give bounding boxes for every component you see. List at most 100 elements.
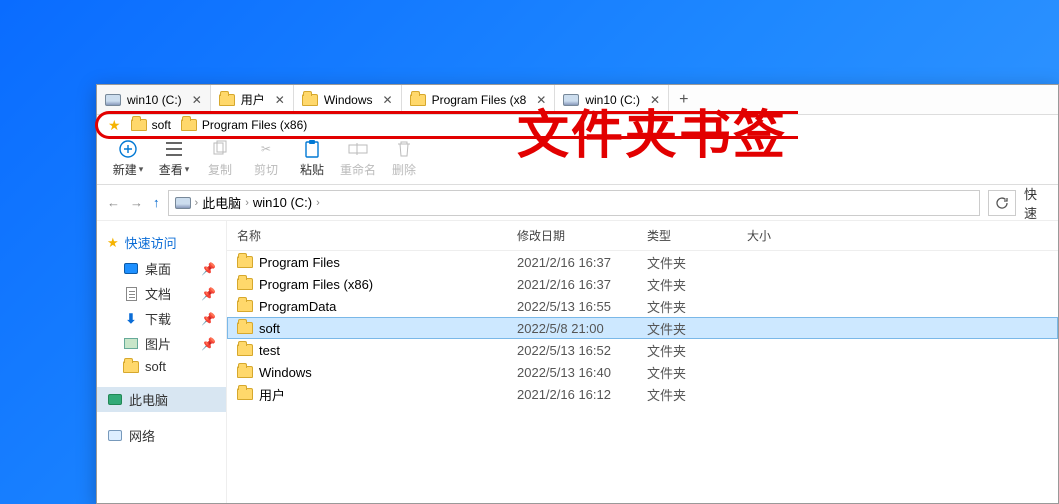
table-row[interactable]: test 2022/5/13 16:52文件夹 <box>227 339 1058 361</box>
sidebar-quick-access[interactable]: ★ 快速访问 <box>97 229 226 256</box>
sidebar-item-desktop[interactable]: 桌面📌 <box>97 256 226 281</box>
file-type: 文件夹 <box>647 363 747 382</box>
folder-icon <box>123 361 139 373</box>
file-type: 文件夹 <box>647 253 747 272</box>
new-tab-button[interactable]: + <box>669 91 698 109</box>
sidebar-network[interactable]: 网络 <box>97 422 226 449</box>
search-label[interactable]: 快速 <box>1024 184 1048 222</box>
tab-label: Program Files (x8 <box>432 93 527 107</box>
close-icon[interactable]: ✕ <box>650 93 660 107</box>
rename-icon <box>348 139 368 159</box>
table-row[interactable]: Program Files (x86) 2021/2/16 16:37文件夹 <box>227 273 1058 295</box>
drive-icon <box>105 94 121 106</box>
file-date: 2022/5/13 16:55 <box>517 299 647 314</box>
col-type[interactable]: 类型 <box>647 227 747 244</box>
file-name: 用户 <box>259 385 285 404</box>
close-icon[interactable]: ✕ <box>192 93 202 107</box>
table-row[interactable]: ProgramData2022/5/13 16:55文件夹 <box>227 295 1058 317</box>
address-bar: ← → ↑ › 此电脑 › win10 (C:) › 快速 <box>97 185 1058 221</box>
tab-3[interactable]: Program Files (x8 ✕ <box>402 85 556 114</box>
bookmark-program-files-x86[interactable]: Program Files (x86) <box>181 118 307 132</box>
folder-icon <box>237 322 253 334</box>
file-date: 2021/2/16 16:37 <box>517 277 647 292</box>
crumb-thispc[interactable]: 此电脑 <box>202 193 241 212</box>
table-row[interactable]: soft 2022/5/8 21:00文件夹 <box>227 317 1058 339</box>
sidebar-item-pictures[interactable]: 图片📌 <box>97 331 226 356</box>
file-type: 文件夹 <box>647 385 747 404</box>
close-icon[interactable]: ✕ <box>383 93 393 107</box>
clipboard-icon <box>302 139 322 159</box>
tab-label: win10 (C:) <box>585 93 640 107</box>
bookmark-label: Program Files (x86) <box>202 118 307 132</box>
folder-icon <box>131 119 147 131</box>
pc-icon <box>108 394 122 405</box>
file-date: 2022/5/13 16:52 <box>517 343 647 358</box>
view-button[interactable]: 查看▾ <box>153 139 195 178</box>
col-date[interactable]: 修改日期 <box>517 227 647 244</box>
pin-icon: 📌 <box>201 262 216 276</box>
chevron-down-icon: ▾ <box>139 164 144 175</box>
table-row[interactable]: 用户 2021/2/16 16:12文件夹 <box>227 383 1058 405</box>
file-name: Program Files <box>259 255 340 270</box>
sidebar: ★ 快速访问 桌面📌 文档📌 ⬇下载📌 图片📌 soft 此电脑 网络 <box>97 221 227 503</box>
chevron-right-icon: › <box>245 197 249 209</box>
breadcrumb[interactable]: › 此电脑 › win10 (C:) › <box>168 190 981 216</box>
forward-button[interactable]: → <box>130 195 143 210</box>
file-type: 文件夹 <box>647 341 747 360</box>
close-icon[interactable]: ✕ <box>536 93 546 107</box>
file-type: 文件夹 <box>647 297 747 316</box>
pin-icon: 📌 <box>201 287 216 301</box>
chevron-right-icon: › <box>316 197 320 209</box>
picture-icon <box>124 338 138 349</box>
cut-button[interactable]: ✂ 剪切 <box>245 139 287 178</box>
chevron-right-icon: › <box>195 197 199 209</box>
tab-label: Windows <box>324 93 373 107</box>
close-icon[interactable]: ✕ <box>275 93 285 107</box>
file-date: 2021/2/16 16:37 <box>517 255 647 270</box>
file-date: 2021/2/16 16:12 <box>517 387 647 402</box>
tab-2[interactable]: Windows ✕ <box>294 85 402 114</box>
copy-icon <box>210 139 230 159</box>
file-name: Program Files (x86) <box>259 277 373 292</box>
rename-button[interactable]: 重命名 <box>337 139 379 178</box>
table-row[interactable]: Program Files 2021/2/16 16:37文件夹 <box>227 251 1058 273</box>
file-date: 2022/5/8 21:00 <box>517 321 647 336</box>
table-row[interactable]: Windows2022/5/13 16:40文件夹 <box>227 361 1058 383</box>
sidebar-item-soft[interactable]: soft <box>97 356 226 377</box>
file-type: 文件夹 <box>647 319 747 338</box>
file-type: 文件夹 <box>647 275 747 294</box>
new-button[interactable]: 新建▾ <box>107 139 149 178</box>
star-icon: ★ <box>107 235 119 251</box>
pin-icon: 📌 <box>201 337 216 351</box>
file-list: 名称 修改日期 类型 大小 Program Files 2021/2/16 16:… <box>227 221 1058 503</box>
bookmarks-bar: ★ soft Program Files (x86) <box>95 111 798 139</box>
back-button[interactable]: ← <box>107 195 120 210</box>
col-name[interactable]: 名称 <box>237 227 517 244</box>
paste-button[interactable]: 粘贴 <box>291 139 333 178</box>
tab-4[interactable]: win10 (C:) ✕ <box>555 85 669 114</box>
tab-1[interactable]: 用户 ✕ <box>211 85 294 114</box>
file-date: 2022/5/13 16:40 <box>517 365 647 380</box>
sidebar-item-downloads[interactable]: ⬇下载📌 <box>97 306 226 331</box>
plus-circle-icon <box>118 139 138 159</box>
copy-button[interactable]: 复制 <box>199 139 241 178</box>
folder-icon <box>237 278 253 290</box>
col-size[interactable]: 大小 <box>747 227 807 244</box>
desktop-icon <box>124 263 138 274</box>
refresh-button[interactable] <box>988 190 1016 216</box>
file-name: soft <box>259 321 280 336</box>
tab-0[interactable]: win10 (C:) ✕ <box>97 85 211 114</box>
folder-icon <box>410 94 426 106</box>
folder-icon <box>237 388 253 400</box>
network-icon <box>108 430 122 441</box>
scissors-icon: ✂ <box>256 139 276 159</box>
delete-button[interactable]: 删除 <box>383 139 425 178</box>
crumb-drive[interactable]: win10 (C:) <box>253 195 312 210</box>
bookmark-soft[interactable]: soft <box>131 118 171 132</box>
sidebar-item-documents[interactable]: 文档📌 <box>97 281 226 306</box>
up-button[interactable]: ↑ <box>153 195 160 210</box>
bookmark-label: soft <box>152 118 171 132</box>
file-name: test <box>259 343 280 358</box>
sidebar-this-pc[interactable]: 此电脑 <box>97 387 226 412</box>
folder-icon <box>237 366 253 378</box>
